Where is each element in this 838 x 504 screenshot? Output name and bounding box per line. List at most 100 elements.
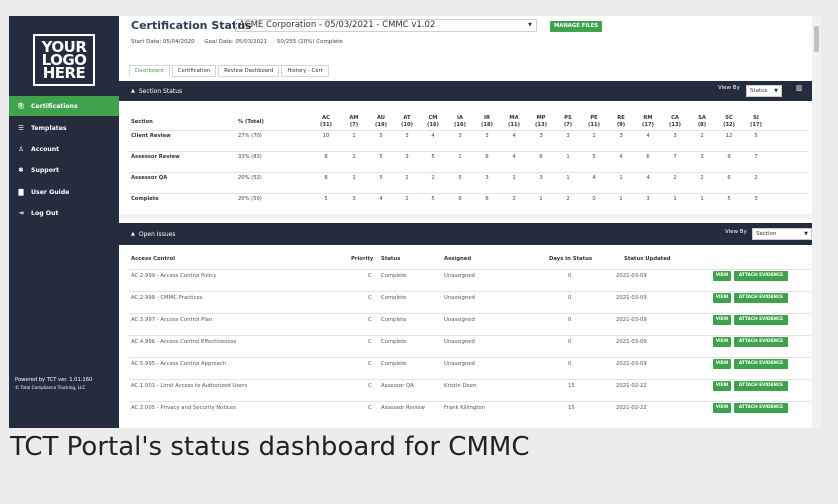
issue-priority: C — [368, 339, 372, 345]
horizontal-scrollbar[interactable] — [119, 214, 812, 219]
column-header: % (Total) — [238, 119, 264, 125]
issue-name: AC.1.001 - Limit Access to Authorized Us… — [131, 383, 248, 389]
view-button[interactable]: VIEW — [713, 271, 731, 281]
row-count: 2 — [754, 175, 758, 181]
row-section: Assessor QA — [131, 175, 168, 181]
column-code: PS — [564, 115, 572, 121]
open-issue-row[interactable]: AC.2.005 - Privacy and Security Notices C… — [119, 403, 821, 427]
view-button[interactable]: VIEW — [713, 381, 731, 391]
sidebar-item-templates[interactable]: ☰ Templates — [9, 118, 119, 138]
column-header: SC (32) — [718, 115, 740, 129]
column-count: (13) — [669, 122, 681, 128]
status-table-row[interactable]: Client Review 27% (70) 10 1 5 3 4 3 3 4 3 3 2 3 4 3 2 12 5 — [119, 133, 809, 151]
row-count: 4 — [619, 154, 623, 160]
row-count: 6 — [727, 175, 731, 181]
column-count: (10) — [401, 122, 413, 128]
row-count: 3 — [458, 133, 462, 139]
tab-dashboard[interactable]: Dashboard — [129, 65, 170, 77]
collapse-icon[interactable]: ▲ — [131, 88, 135, 94]
row-count: 3 — [405, 133, 409, 139]
vertical-scrollbar[interactable] — [812, 16, 821, 428]
row-count: 4 — [512, 154, 516, 160]
company-logo[interactable]: YOUR LOGO HERE — [33, 34, 95, 86]
attach-evidence-button[interactable]: ATTACH EVIDENCE — [734, 315, 788, 325]
manage-files-button[interactable]: MANAGE FILES — [550, 21, 603, 32]
row-count: 3 — [754, 196, 758, 202]
view-button[interactable]: VIEW — [713, 293, 731, 303]
row-count: 0 — [592, 196, 596, 202]
column-header: RM (17) — [637, 115, 659, 129]
issue-status: Assessor QA — [381, 383, 414, 389]
issue-priority: C — [368, 317, 372, 323]
row-count: 3 — [352, 196, 356, 202]
sidebar: YOUR LOGO HERE ⎘ Certifications ☰ Templates… — [9, 16, 119, 428]
row-count: 2 — [700, 175, 704, 181]
issue-name: AC.2.999 - Access Control Policy — [131, 273, 217, 279]
main-content: Certification Status ACME Corporation - … — [119, 16, 821, 428]
attach-evidence-button[interactable]: ATTACH EVIDENCE — [734, 337, 788, 347]
row-count: 3 — [646, 196, 650, 202]
view-button[interactable]: VIEW — [713, 359, 731, 369]
view-by-value: Section — [756, 231, 777, 237]
tab-review-dashboard[interactable]: Review Dashboard — [218, 65, 280, 77]
page-title: Certification Status — [131, 19, 252, 32]
view-button[interactable]: VIEW — [713, 315, 731, 325]
issue-priority: C — [368, 273, 372, 279]
row-section: Complete — [131, 196, 159, 202]
column-header: IA (16) — [449, 115, 471, 129]
scrollbar-thumb[interactable] — [814, 26, 819, 52]
column-code: PE — [590, 115, 598, 121]
chart-icon[interactable]: ▥ — [796, 84, 803, 92]
sidebar-item-user-guide[interactable]: ▇ User Guide — [9, 182, 119, 202]
issue-status: Complete — [381, 273, 407, 279]
row-divider — [129, 335, 811, 336]
section-status-view-by-select[interactable]: Status ▼ — [746, 85, 782, 97]
row-count: 2 — [512, 196, 516, 202]
sidebar-item-log-out[interactable]: ⇥ Log Out — [9, 203, 119, 223]
attach-evidence-button[interactable]: ATTACH EVIDENCE — [734, 359, 788, 369]
status-table-row[interactable]: Complete 20% (50) 5 3 4 2 5 6 6 2 1 2 0 1 3 1 1 5 3 — [119, 196, 809, 214]
column-code: CA — [671, 115, 679, 121]
issue-priority: C — [368, 361, 372, 367]
status-table-header: Section% (Total) AC (31) AM (7) AU (19) AT (10) C… — [119, 112, 809, 130]
status-table-row[interactable]: Assessor Review 33% (83) 8 2 5 3 5 2 6 4 6 1 5 4 6 7 3 9 7 — [119, 154, 809, 172]
issue-days: 15 — [568, 383, 575, 389]
row-count: 5 — [727, 196, 731, 202]
issue-assigned: Unassigned — [444, 317, 475, 323]
status-table-row[interactable]: Assessor QA 20% (52) 8 1 5 2 2 5 3 1 3 1 4 1 4 2 2 6 2 — [119, 175, 809, 193]
attach-evidence-button[interactable]: ATTACH EVIDENCE — [734, 293, 788, 303]
attach-evidence-button[interactable]: ATTACH EVIDENCE — [734, 271, 788, 281]
row-count: 4 — [646, 175, 650, 181]
app-screen: YOUR LOGO HERE ⎘ Certifications ☰ Templates… — [9, 16, 821, 428]
tab-certification[interactable]: Certification — [171, 65, 217, 77]
row-count: 2 — [673, 175, 677, 181]
section-status-header: ▲ Section Status View By Status ▼ ▥ — [119, 81, 821, 101]
sidebar-item-support[interactable]: ✱ Support — [9, 160, 119, 180]
certification-select[interactable]: ACME Corporation - 05/03/2021 - CMMC v1.… — [235, 19, 537, 32]
row-percent: 20% (50) — [238, 196, 262, 202]
row-divider — [129, 130, 809, 131]
row-count: 8 — [324, 154, 328, 160]
sidebar-item-label: Account — [31, 145, 60, 153]
issue-assigned: Unassigned — [444, 295, 475, 301]
row-divider — [129, 291, 811, 292]
attach-evidence-button[interactable]: ATTACH EVIDENCE — [734, 403, 788, 413]
row-count: 2 — [405, 175, 409, 181]
open-issues-header: ▲ Open Issues View By Section ▼ — [119, 223, 821, 245]
row-count: 3 — [539, 175, 543, 181]
sidebar-item-account[interactable]: ♙ Account — [9, 139, 119, 159]
column-header: CA (13) — [664, 115, 686, 129]
row-count: 6 — [646, 154, 650, 160]
tab-history-cert[interactable]: History - Cert — [281, 65, 329, 77]
view-button[interactable]: VIEW — [713, 403, 731, 413]
column-header: MA (11) — [503, 115, 525, 129]
open-issues-view-by-select[interactable]: Section ▼ — [752, 228, 812, 240]
sidebar-item-certifications[interactable]: ⎘ Certifications — [9, 96, 119, 116]
view-button[interactable]: VIEW — [713, 337, 731, 347]
tab-bar: Dashboard Certification Review Dashboard Hi… — [129, 65, 331, 77]
collapse-icon[interactable]: ▲ — [131, 231, 135, 237]
row-divider — [129, 357, 811, 358]
row-count: 4 — [379, 196, 383, 202]
row-divider — [129, 193, 809, 194]
attach-evidence-button[interactable]: ATTACH EVIDENCE — [734, 381, 788, 391]
